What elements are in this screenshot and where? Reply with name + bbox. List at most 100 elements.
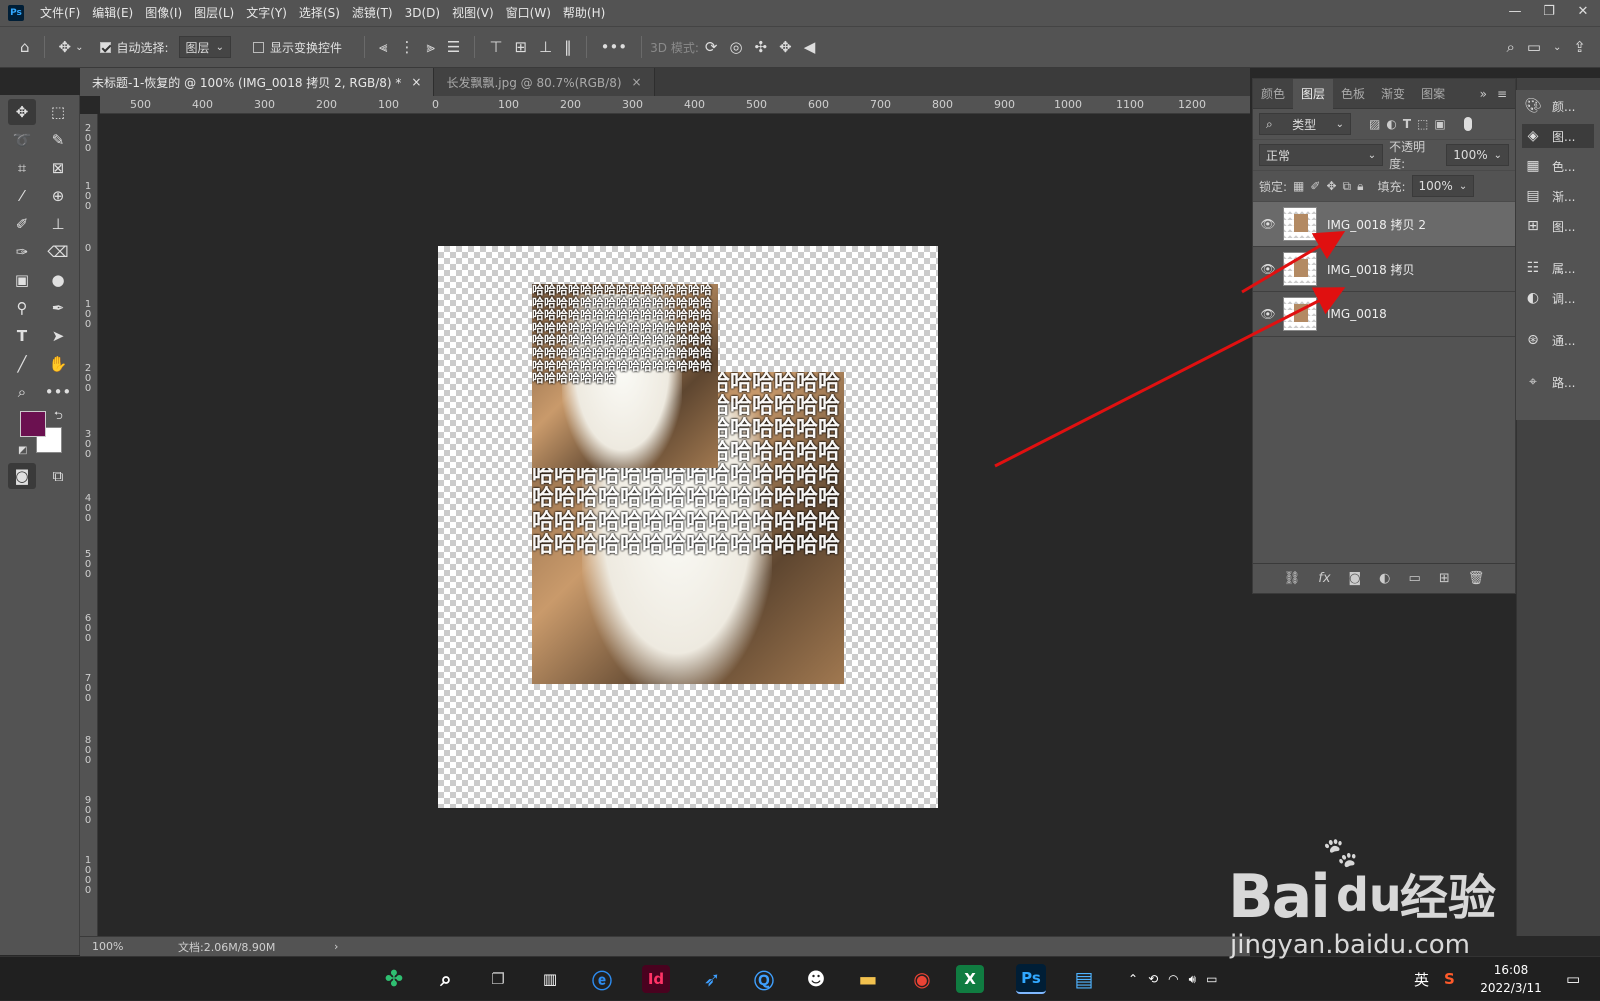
- lock-all-icon[interactable]: 🔒︎: [1357, 179, 1363, 194]
- widgets-icon[interactable]: ▥: [532, 963, 568, 995]
- tab-color[interactable]: 颜色: [1253, 79, 1293, 109]
- task-view-icon[interactable]: ❐: [480, 963, 516, 995]
- restore-icon[interactable]: ❐: [1532, 0, 1566, 22]
- align-left-icon[interactable]: ⫷: [379, 38, 387, 56]
- lock-transparent-icon[interactable]: ▦: [1293, 179, 1304, 193]
- tab-swatches[interactable]: 色板: [1333, 79, 1373, 109]
- fill-input[interactable]: 100% ⌄: [1411, 175, 1475, 197]
- workspace-icon[interactable]: ▭: [1527, 38, 1541, 56]
- tab-untitled-1[interactable]: 未标题-1-恢复的 @ 100% (IMG_0018 拷贝 2, RGB/8) …: [80, 68, 435, 96]
- healing-tool-icon[interactable]: ⊕: [44, 183, 72, 209]
- menu-type[interactable]: 文字(Y): [240, 0, 293, 26]
- menu-edit[interactable]: 编辑(E): [86, 0, 139, 26]
- layer-row-img-0018-copy[interactable]: 👁︎ IMG_0018 拷贝: [1253, 247, 1515, 292]
- path-select-tool-icon[interactable]: ➤: [44, 323, 72, 349]
- align-middle-icon[interactable]: ⊞: [514, 38, 527, 56]
- line-tool-icon[interactable]: ╱: [8, 351, 36, 377]
- search-icon[interactable]: ⌕: [1506, 38, 1514, 56]
- dock-color[interactable]: 🎨︎ 颜...: [1522, 94, 1594, 118]
- dock-adjustments[interactable]: ◐ 调...: [1522, 286, 1594, 310]
- dock-layers[interactable]: ◈ 图...: [1522, 124, 1594, 148]
- edge-icon[interactable]: ⓔ: [584, 963, 620, 995]
- close-icon[interactable]: ×: [411, 75, 421, 89]
- layer-row-img-0018-copy-2[interactable]: 👁︎ IMG_0018 拷贝 2: [1253, 202, 1515, 247]
- filter-toggle[interactable]: [1463, 117, 1472, 131]
- layer-image-top[interactable]: 哈哈哈哈哈哈哈哈哈哈哈哈哈哈哈哈哈哈哈哈哈哈哈哈哈哈哈哈哈哈哈哈哈哈哈哈哈哈哈哈…: [532, 284, 718, 468]
- default-colors-icon[interactable]: ◩: [18, 445, 27, 456]
- dock-gradients[interactable]: ▤ 渐...: [1522, 184, 1594, 208]
- blend-mode-dropdown[interactable]: 正常 ⌄: [1259, 144, 1384, 166]
- filter-type-icon[interactable]: T: [1403, 117, 1411, 131]
- fx-icon[interactable]: fx: [1318, 571, 1330, 586]
- align-center-icon[interactable]: ⋮: [399, 38, 414, 56]
- brush-tool-icon[interactable]: ✐: [8, 211, 36, 237]
- battery-icon[interactable]: ▭: [1206, 972, 1217, 986]
- pen-tool-icon[interactable]: ✒: [44, 295, 72, 321]
- menu-file[interactable]: 文件(F): [34, 0, 86, 26]
- hand-tool-icon[interactable]: ✋: [44, 351, 72, 377]
- chevron-down-icon[interactable]: ⌄: [1553, 42, 1561, 53]
- dock-properties[interactable]: ☷ 属...: [1522, 256, 1594, 280]
- expand-panels-icon[interactable]: »: [1480, 87, 1487, 101]
- layer-name[interactable]: IMG_0018 拷贝: [1327, 261, 1415, 278]
- layer-row-img-0018[interactable]: 👁︎ IMG_0018: [1253, 292, 1515, 337]
- eyedropper-tool-icon[interactable]: ⁄: [8, 183, 36, 209]
- home-icon[interactable]: ⌂: [20, 38, 30, 56]
- move-tool-icon[interactable]: ✥: [59, 38, 72, 56]
- tab-gradients[interactable]: 渐变: [1373, 79, 1413, 109]
- align-top-icon[interactable]: ⊤: [489, 38, 502, 56]
- menu-image[interactable]: 图像(I): [139, 0, 188, 26]
- tab-changfa[interactable]: 长发飘飘.jpg @ 80.7%(RGB/8) ×: [434, 68, 655, 96]
- dock-paths[interactable]: ⌖ 路...: [1522, 370, 1594, 394]
- history-brush-tool-icon[interactable]: ✑: [8, 239, 36, 265]
- excel-icon[interactable]: X: [956, 965, 984, 993]
- quick-mask-icon[interactable]: ◙: [8, 463, 36, 489]
- sync-icon[interactable]: ⟲: [1148, 972, 1158, 986]
- lock-brush-icon[interactable]: ✐: [1310, 179, 1320, 193]
- adjustment-layer-icon[interactable]: ◐: [1379, 571, 1390, 586]
- new-group-icon[interactable]: ▭: [1409, 571, 1421, 586]
- show-transform-checkbox[interactable]: [252, 41, 264, 53]
- photoshop-taskbar-icon[interactable]: Ps: [1016, 964, 1046, 994]
- eye-icon[interactable]: 👁︎: [1253, 262, 1283, 276]
- chrome-icon[interactable]: ◉: [904, 963, 940, 995]
- screen-mode-icon[interactable]: ⧉: [44, 463, 72, 489]
- clover-app-icon[interactable]: ✤: [376, 963, 412, 995]
- foreground-color-swatch[interactable]: [20, 411, 46, 437]
- blur-tool-icon[interactable]: ●: [44, 267, 72, 293]
- add-mask-icon[interactable]: ◙: [1349, 571, 1362, 586]
- filter-pixel-icon[interactable]: ▨: [1369, 117, 1380, 131]
- menu-view[interactable]: 视图(V): [446, 0, 500, 26]
- menu-window[interactable]: 窗口(W): [500, 0, 557, 26]
- ime-indicator[interactable]: 英: [1414, 957, 1429, 1001]
- menu-3d[interactable]: 3D(D): [399, 0, 446, 26]
- lasso-tool-icon[interactable]: ➰: [8, 127, 36, 153]
- chevron-up-icon[interactable]: ⌃: [1128, 972, 1138, 986]
- new-layer-icon[interactable]: ⊞: [1439, 571, 1450, 586]
- zoom-level[interactable]: 100%: [92, 940, 162, 953]
- chevron-down-icon[interactable]: ⌄: [75, 42, 83, 53]
- 3d-pan-icon[interactable]: ✣: [755, 38, 768, 56]
- swap-colors-icon[interactable]: ⮌: [54, 407, 63, 426]
- dock-channels[interactable]: ⊛ 通...: [1522, 328, 1594, 352]
- filter-smart-object-icon[interactable]: ▣: [1434, 117, 1445, 131]
- close-icon[interactable]: ✕: [1566, 0, 1600, 22]
- 3d-slide-icon[interactable]: ✥: [779, 38, 792, 56]
- stamp-tool-icon[interactable]: ⊥: [44, 211, 72, 237]
- lock-position-icon[interactable]: ✥: [1326, 179, 1336, 193]
- notification-icon[interactable]: ▭: [1566, 957, 1580, 1001]
- layer-name[interactable]: IMG_0018: [1327, 307, 1387, 321]
- menu-help[interactable]: 帮助(H): [557, 0, 611, 26]
- panel-menu-icon[interactable]: ≡: [1497, 87, 1507, 101]
- wifi-icon[interactable]: ◠: [1168, 972, 1178, 986]
- distribute-icon[interactable]: ☰: [447, 38, 460, 56]
- distribute-vertical-icon[interactable]: ‖: [564, 38, 572, 56]
- document-canvas[interactable]: 哈哈哈哈哈哈哈 哈哈哈哈哈哈哈 哈哈哈哈哈哈哈 哈哈哈哈哈哈哈哈哈哈哈哈哈哈哈哈哈哈哈…: [438, 246, 938, 808]
- volume-icon[interactable]: 🔊︎: [1189, 972, 1197, 987]
- eye-icon[interactable]: 👁︎: [1253, 217, 1283, 231]
- marquee-tool-icon[interactable]: ⬚: [44, 99, 72, 125]
- more-options-icon[interactable]: •••: [601, 38, 628, 56]
- layer-name[interactable]: IMG_0018 拷贝 2: [1327, 216, 1426, 233]
- gradient-tool-icon[interactable]: ▣: [8, 267, 36, 293]
- align-right-icon[interactable]: ⫸: [426, 38, 434, 56]
